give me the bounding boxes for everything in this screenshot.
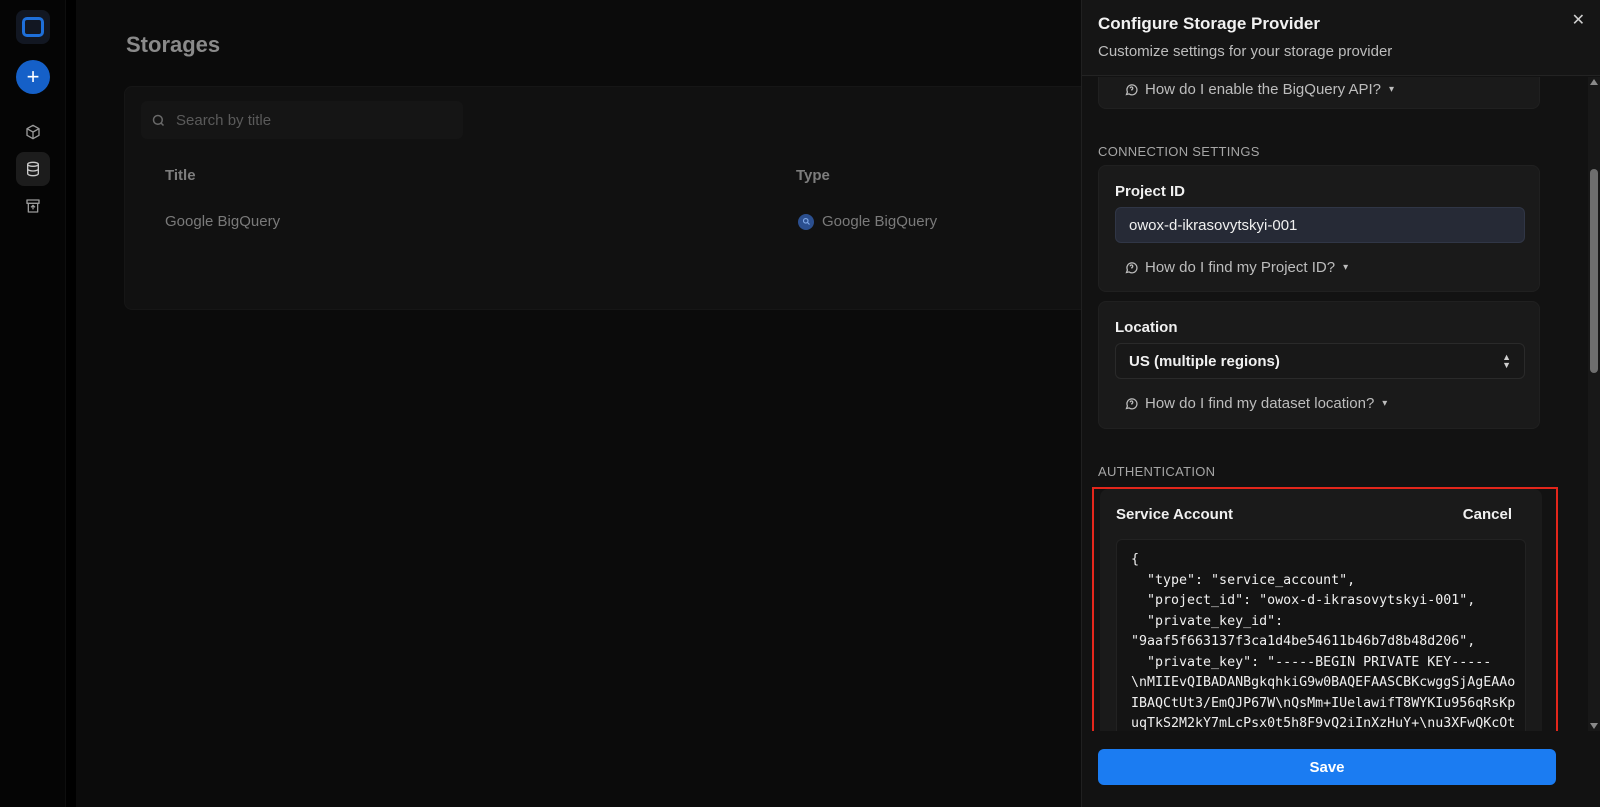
panel-header: Configure Storage Provider Customize set…	[1082, 0, 1600, 76]
add-button[interactable]: +	[16, 60, 50, 94]
close-icon[interactable]: ✕	[1572, 10, 1585, 30]
json-line: "type": "service_account",	[1131, 572, 1356, 588]
authentication-heading: AUTHENTICATION	[1098, 464, 1216, 479]
bigquery-icon	[798, 213, 814, 230]
column-header-type[interactable]: Type	[796, 167, 830, 184]
panel-scrollbar[interactable]	[1588, 77, 1600, 731]
api-help-block: How do I enable the BigQuery API? ▾	[1098, 77, 1540, 109]
app-logo[interactable]	[16, 10, 50, 44]
service-account-block: Service Account Cancel { "type": "servic…	[1100, 489, 1542, 731]
location-block: Location US (multiple regions) ▲ ▼ How do…	[1098, 301, 1540, 429]
help-project-id[interactable]: How do I find my Project ID? ▾	[1124, 259, 1348, 276]
database-icon	[27, 161, 39, 177]
page-title: Storages	[126, 32, 221, 57]
save-button[interactable]: Save	[1098, 749, 1556, 785]
type-label: Google BigQuery	[822, 213, 938, 230]
chevron-down-icon: ▾	[1343, 262, 1349, 273]
panel-body: How do I enable the BigQuery API? ▾ CONNE…	[1082, 77, 1600, 731]
location-select[interactable]: US (multiple regions) ▲ ▼	[1115, 343, 1525, 379]
json-line: "project_id": "owox-d-ikrasovytskyi-001"…	[1131, 593, 1476, 608]
sidebar-item-storages[interactable]	[16, 152, 50, 186]
search-icon	[152, 114, 165, 126]
help-location[interactable]: How do I find my dataset location? ▾	[1124, 395, 1387, 412]
help-enable-api[interactable]: How do I enable the BigQuery API? ▾	[1124, 81, 1394, 98]
json-line: "private_key": "-----BEGIN PRIVATE KEY--…	[1131, 654, 1492, 670]
configure-storage-panel: Configure Storage Provider Customize set…	[1081, 0, 1600, 807]
scroll-up-icon[interactable]	[1590, 79, 1598, 85]
json-line: \nMIIEvQIBADANBgkqhkiG9w0BAQEFAASCBKcwgg…	[1131, 675, 1516, 690]
main-content: Storages Search by title Title Type Goog…	[76, 0, 1124, 807]
scroll-down-icon[interactable]	[1590, 723, 1598, 729]
json-line: uqTkS2M2kY7mLcPsx0t5h8F9vQ2iInXzHuY+\nu3…	[1131, 716, 1516, 731]
table-row-type[interactable]: Google BigQuery	[798, 213, 937, 230]
json-line: "9aaf5f663137f3ca1d4be54611b46b7d8b48d20…	[1131, 634, 1476, 649]
chat-help-icon	[1125, 398, 1138, 410]
service-account-json-textarea[interactable]: { "type": "service_account", "project_id…	[1116, 539, 1526, 731]
chevrons-up-down-icon: ▲ ▼	[1502, 352, 1511, 370]
location-label: Location	[1115, 319, 1178, 336]
chevron-down-icon: ▾	[1388, 84, 1395, 95]
cube-icon	[26, 124, 40, 140]
project-id-value: owox-d-ikrasovytskyi-001	[1129, 216, 1298, 234]
project-id-block: Project ID owox-d-ikrasovytskyi-001 How …	[1098, 165, 1540, 292]
json-line: "private_key_id":	[1131, 613, 1284, 629]
archive-icon	[26, 199, 40, 213]
json-line: {	[1131, 552, 1140, 567]
plus-icon: +	[26, 64, 40, 89]
left-rail: +	[0, 0, 66, 807]
service-account-highlight: Service Account Cancel { "type": "servic…	[1092, 487, 1558, 731]
sidebar-item-models[interactable]	[16, 115, 50, 149]
table-row-title[interactable]: Google BigQuery	[165, 213, 280, 230]
search-placeholder: Search by title	[176, 111, 272, 129]
storages-table-card: Search by title Title Type Google BigQue…	[124, 86, 1124, 310]
cancel-button[interactable]: Cancel	[1463, 506, 1512, 523]
project-id-input[interactable]: owox-d-ikrasovytskyi-001	[1115, 207, 1525, 243]
location-value: US (multiple regions)	[1129, 352, 1280, 370]
project-id-label: Project ID	[1115, 183, 1186, 200]
panel-subtitle: Customize settings for your storage prov…	[1098, 43, 1393, 60]
service-account-label: Service Account	[1116, 506, 1233, 523]
chevron-down-icon: ▾	[1382, 398, 1388, 409]
sidebar-item-archive[interactable]	[16, 189, 50, 223]
panel-title: Configure Storage Provider	[1098, 14, 1320, 33]
search-input[interactable]: Search by title	[141, 101, 463, 139]
column-header-title[interactable]: Title	[165, 167, 196, 184]
json-line: IBAQCtUt3/EmQJP67W\nQsMm+IUelawifT8WYKIu…	[1131, 695, 1516, 711]
chat-help-icon	[1125, 262, 1138, 274]
logo-icon	[22, 17, 44, 37]
chat-help-icon	[1125, 84, 1138, 96]
app-window: + Storages Search by title Title Type Go…	[0, 0, 1600, 807]
connection-settings-heading: CONNECTION SETTINGS	[1098, 144, 1260, 159]
scroll-thumb[interactable]	[1590, 169, 1598, 373]
